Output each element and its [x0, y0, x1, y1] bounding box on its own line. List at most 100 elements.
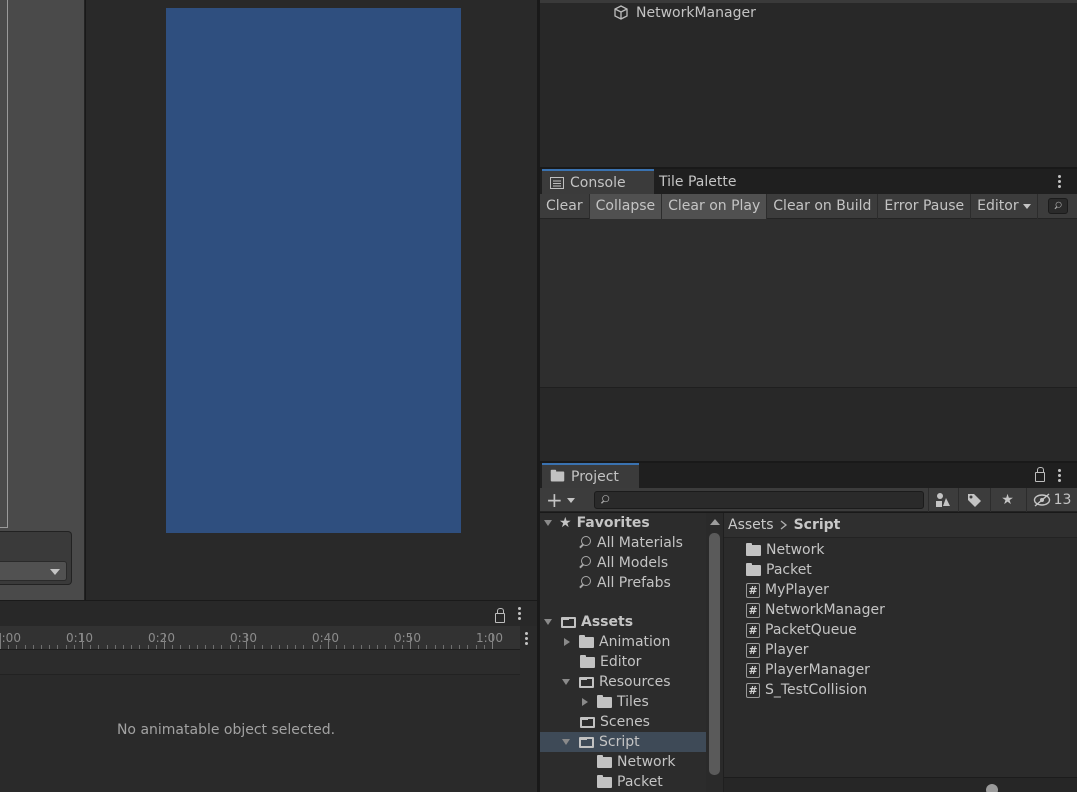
- search-icon: [600, 495, 610, 505]
- console-search-input[interactable]: [1047, 198, 1068, 214]
- hidden-count: 13: [1053, 492, 1072, 508]
- tree-item-assets[interactable]: Assets: [544, 612, 633, 632]
- timeline-tick: [16, 645, 18, 649]
- timeline-tick: [8, 645, 10, 649]
- tree-item-animation[interactable]: Animation: [564, 632, 670, 652]
- scroll-up-icon[interactable]: [710, 519, 720, 525]
- timeline-tick: [114, 645, 116, 649]
- breadcrumb-current[interactable]: Script: [794, 517, 841, 533]
- timeline-tick: [262, 645, 264, 649]
- tab-console[interactable]: Console: [542, 169, 654, 194]
- animation-header: [0, 600, 537, 626]
- inspector-dropdown[interactable]: [0, 561, 67, 581]
- folder-icon: [579, 634, 594, 648]
- editor-dropdown[interactable]: Editor: [971, 193, 1038, 219]
- asset-item-myplayer[interactable]: # MyPlayer: [746, 580, 829, 600]
- timeline-tick: [451, 645, 452, 649]
- tree-item-scenes[interactable]: Scenes: [580, 712, 650, 732]
- collapse-toggle[interactable]: Collapse: [589, 193, 663, 219]
- timeline-tick: [410, 633, 411, 649]
- fold-arrow-icon[interactable]: [582, 698, 588, 706]
- asset-item-network[interactable]: Network: [746, 540, 824, 560]
- tab-project[interactable]: Project: [542, 463, 639, 488]
- timeline-ruler[interactable]: 0:00 0:10 0:20 0:30 0:40 0:50 1:00: [0, 626, 520, 650]
- lock-icon[interactable]: [495, 608, 505, 623]
- timeline-tick: [270, 645, 272, 649]
- folder-icon: [597, 754, 612, 768]
- timeline-tick: [311, 645, 313, 649]
- lock-icon[interactable]: [1035, 467, 1045, 482]
- timeline-tick: [237, 645, 239, 649]
- filter-by-type-button[interactable]: [928, 488, 956, 512]
- console-log-list[interactable]: [540, 219, 1077, 387]
- asset-item-label: S_TestCollision: [765, 682, 868, 698]
- clear-on-build-toggle[interactable]: Clear on Build: [767, 193, 879, 219]
- asset-item-s-testcollision[interactable]: # S_TestCollision: [746, 680, 867, 700]
- clear-on-play-toggle[interactable]: Clear on Play: [662, 193, 768, 219]
- timeline-tick: [123, 645, 124, 649]
- timeline-tick: [377, 645, 379, 649]
- timeline-tick: [344, 645, 346, 649]
- tree-item-label: All Materials: [597, 535, 683, 551]
- asset-item-player[interactable]: # Player: [746, 640, 809, 660]
- create-button[interactable]: +: [546, 490, 575, 510]
- error-pause-toggle[interactable]: Error Pause: [878, 193, 972, 219]
- tree-item-tiles[interactable]: Tiles: [582, 692, 649, 712]
- timeline-tick: [57, 645, 59, 649]
- gameobject-icon: [614, 5, 628, 20]
- tree-item-label: All Prefabs: [597, 575, 671, 591]
- folder-icon: [597, 774, 612, 788]
- tab-tile-palette[interactable]: Tile Palette: [651, 169, 744, 194]
- tree-item-resources[interactable]: Resources: [562, 672, 671, 692]
- tree-scrollbar[interactable]: [706, 513, 723, 792]
- fold-arrow-icon[interactable]: [544, 520, 552, 526]
- timeline-tick: [155, 645, 157, 649]
- timeline-tick: [172, 645, 174, 649]
- icon-size-slider[interactable]: [986, 784, 998, 792]
- breadcrumb-assets[interactable]: Assets: [728, 517, 774, 533]
- timeline-kebab-icon[interactable]: [525, 632, 528, 645]
- tree-item-all-prefabs[interactable]: All Prefabs: [578, 573, 671, 593]
- tree-item-favorites[interactable]: ★ Favorites: [544, 513, 650, 533]
- fold-arrow-icon[interactable]: [562, 739, 570, 745]
- filter-by-label-button[interactable]: [958, 488, 988, 512]
- timeline-track[interactable]: [0, 650, 520, 675]
- console-detail-area[interactable]: [540, 387, 1077, 461]
- hierarchy-item[interactable]: NetworkManager: [612, 3, 756, 23]
- tree-item-all-materials[interactable]: All Materials: [578, 533, 683, 553]
- kebab-menu-icon[interactable]: [518, 607, 521, 620]
- asset-item-playermanager[interactable]: # PlayerManager: [746, 660, 870, 680]
- scrollbar-thumb[interactable]: [709, 533, 720, 775]
- timeline-tick: [442, 645, 444, 649]
- tree-item-all-models[interactable]: All Models: [578, 553, 668, 573]
- folder-icon: [746, 562, 761, 576]
- csharp-script-icon: #: [746, 682, 760, 698]
- kebab-menu-icon[interactable]: [1058, 469, 1061, 482]
- timeline-tick: [369, 645, 370, 649]
- tick-label: 0:40: [312, 631, 339, 645]
- tree-item-script[interactable]: Script: [540, 732, 706, 752]
- tree-item-network[interactable]: Network: [597, 752, 675, 772]
- asset-item-networkmanager[interactable]: # NetworkManager: [746, 600, 885, 620]
- folder-icon: [580, 654, 595, 668]
- asset-item-packet[interactable]: Packet: [746, 560, 812, 580]
- tree-item-label: Assets: [581, 614, 634, 630]
- project-search-input[interactable]: [594, 491, 924, 509]
- tree-item-packet[interactable]: Packet: [597, 772, 663, 792]
- fold-arrow-icon[interactable]: [544, 619, 552, 625]
- fold-arrow-icon[interactable]: [564, 638, 570, 646]
- hidden-packages-toggle[interactable]: 13: [1026, 488, 1077, 512]
- clear-button[interactable]: Clear: [540, 193, 590, 219]
- asset-item-label: Packet: [766, 562, 812, 578]
- timeline-tick: [90, 645, 92, 649]
- timeline-tick: [229, 645, 231, 649]
- asset-item-packetqueue[interactable]: # PacketQueue: [746, 620, 857, 640]
- asset-item-label: MyPlayer: [765, 582, 829, 598]
- tree-item-editor[interactable]: Editor: [580, 652, 641, 672]
- kebab-menu-icon[interactable]: [1058, 175, 1061, 188]
- favorite-button[interactable]: ★: [990, 488, 1024, 512]
- fold-arrow-icon[interactable]: [562, 679, 570, 685]
- timeline-tick: [475, 645, 477, 649]
- editor-dropdown-label: Editor: [977, 198, 1019, 214]
- asset-item-label: Network: [766, 542, 825, 558]
